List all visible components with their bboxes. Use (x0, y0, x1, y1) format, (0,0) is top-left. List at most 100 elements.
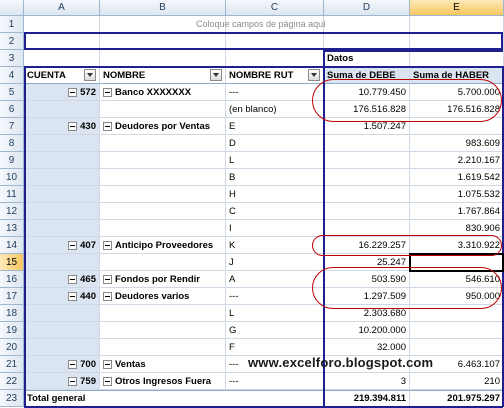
rut-cell[interactable]: --- (226, 84, 324, 101)
nombre-cell[interactable] (100, 339, 226, 356)
rut-cell[interactable]: G (226, 322, 324, 339)
cuenta-cell[interactable] (24, 135, 100, 152)
row-header[interactable]: 22 (0, 373, 24, 390)
haber-cell[interactable]: 983.609 (410, 135, 504, 152)
row-header[interactable]: 20 (0, 339, 24, 356)
haber-cell[interactable]: 1.619.542 (410, 169, 504, 186)
debe-cell[interactable]: 32.000 (324, 339, 410, 356)
debe-cell[interactable]: 10.200.000 (324, 322, 410, 339)
select-all-corner[interactable] (0, 0, 24, 16)
nombre-cell[interactable]: Fondos por Rendir (100, 271, 226, 288)
debe-cell[interactable] (324, 135, 410, 152)
cuenta-cell[interactable] (24, 220, 100, 237)
haber-cell[interactable]: 2.210.167 (410, 152, 504, 169)
collapse-icon[interactable] (103, 121, 112, 131)
cuenta-cell[interactable]: 572 (24, 84, 100, 101)
debe-cell[interactable] (324, 169, 410, 186)
nombre-cell[interactable] (100, 169, 226, 186)
column-header-c[interactable]: C (226, 0, 324, 16)
cuenta-cell[interactable] (24, 152, 100, 169)
grid-cell[interactable] (410, 16, 504, 33)
nombre-cell[interactable]: Anticipo Proveedores (100, 237, 226, 254)
collapse-icon[interactable] (68, 359, 78, 369)
collapse-icon[interactable] (68, 274, 78, 284)
row-header[interactable]: 19 (0, 322, 24, 339)
cuenta-cell[interactable] (24, 305, 100, 322)
collapse-icon[interactable] (103, 274, 112, 284)
cuenta-cell[interactable]: 430 (24, 118, 100, 135)
collapse-icon[interactable] (68, 240, 78, 250)
row-header[interactable]: 18 (0, 305, 24, 322)
column-header-e[interactable]: E (410, 0, 504, 16)
nombre-cell[interactable] (100, 305, 226, 322)
nombre-cell[interactable]: Deudores varios (100, 288, 226, 305)
cuenta-cell[interactable]: 440 (24, 288, 100, 305)
rut-cell[interactable]: C (226, 203, 324, 220)
grid-cell[interactable] (324, 16, 410, 33)
cuenta-cell[interactable] (24, 203, 100, 220)
cuenta-cell[interactable]: 465 (24, 271, 100, 288)
cuenta-cell[interactable]: 759 (24, 373, 100, 390)
rut-cell[interactable]: L (226, 152, 324, 169)
nombre-cell[interactable] (100, 135, 226, 152)
nombre-cell[interactable]: Deudores por Ventas (100, 118, 226, 135)
nombre-cell[interactable]: Ventas (100, 356, 226, 373)
rut-cell[interactable]: L (226, 305, 324, 322)
nombre-cell[interactable] (100, 220, 226, 237)
row-header[interactable]: 6 (0, 101, 24, 118)
grid-cell[interactable] (24, 50, 100, 67)
column-header-b[interactable]: B (100, 0, 226, 16)
debe-cell[interactable]: 3 (324, 373, 410, 390)
row-header[interactable]: 8 (0, 135, 24, 152)
nombre-cell[interactable] (100, 186, 226, 203)
rut-cell[interactable]: F (226, 339, 324, 356)
rut-cell[interactable]: E (226, 118, 324, 135)
nombre-cell[interactable] (100, 203, 226, 220)
row-header[interactable]: 13 (0, 220, 24, 237)
chevron-down-icon[interactable] (308, 69, 320, 81)
pivot-header-nombre[interactable]: NOMBRE (100, 67, 226, 84)
pivot-header-cuenta[interactable]: CUENTA (24, 67, 100, 84)
row-header[interactable]: 2 (0, 33, 24, 50)
rut-cell[interactable]: K (226, 237, 324, 254)
column-header-a[interactable]: A (24, 0, 100, 16)
row-header[interactable]: 10 (0, 169, 24, 186)
haber-cell[interactable]: 1.075.532 (410, 186, 504, 203)
row-header[interactable]: 17 (0, 288, 24, 305)
collapse-icon[interactable] (68, 376, 78, 386)
chevron-down-icon[interactable] (84, 69, 96, 81)
nombre-cell[interactable] (100, 152, 226, 169)
haber-cell[interactable] (410, 322, 504, 339)
cuenta-cell[interactable] (24, 186, 100, 203)
nombre-cell[interactable] (100, 254, 226, 271)
debe-cell[interactable] (324, 152, 410, 169)
nombre-cell[interactable] (100, 101, 226, 118)
collapse-icon[interactable] (103, 240, 112, 250)
row-header[interactable]: 7 (0, 118, 24, 135)
haber-cell[interactable]: 210 (410, 373, 504, 390)
collapse-icon[interactable] (68, 291, 78, 301)
row-header[interactable]: 23 (0, 390, 24, 407)
row-header[interactable]: 12 (0, 203, 24, 220)
grid-cell[interactable] (410, 50, 504, 67)
rut-cell[interactable]: J (226, 254, 324, 271)
nombre-cell[interactable]: Otros Ingresos Fuera (100, 373, 226, 390)
row-header[interactable]: 1 (0, 16, 24, 33)
rut-cell[interactable]: (en blanco) (226, 101, 324, 118)
rut-cell[interactable]: B (226, 169, 324, 186)
total-debe[interactable]: 219.394.811 (324, 390, 410, 407)
collapse-icon[interactable] (103, 291, 112, 301)
cuenta-cell[interactable]: 700 (24, 356, 100, 373)
rut-cell[interactable]: H (226, 186, 324, 203)
rut-cell[interactable]: I (226, 220, 324, 237)
nombre-cell[interactable] (100, 322, 226, 339)
debe-cell[interactable] (324, 186, 410, 203)
filter-dropdown-icon[interactable] (210, 69, 222, 81)
cuenta-cell[interactable] (24, 322, 100, 339)
row-header[interactable]: 9 (0, 152, 24, 169)
collapse-icon[interactable] (68, 121, 78, 131)
rut-cell[interactable]: A (226, 271, 324, 288)
cuenta-cell[interactable] (24, 254, 100, 271)
nombre-cell[interactable]: Banco XXXXXXX (100, 84, 226, 101)
column-header-d[interactable]: D (324, 0, 410, 16)
